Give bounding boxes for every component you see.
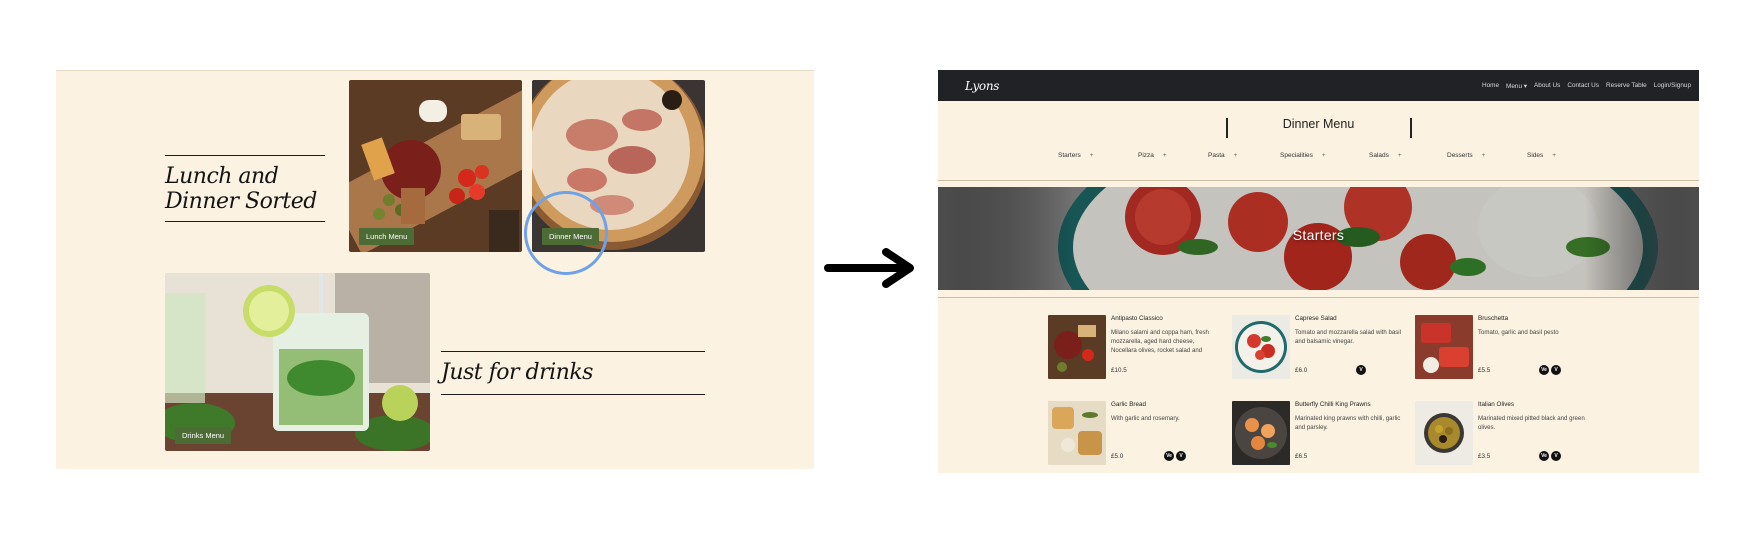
- lunch-dinner-heading: Lunch and Dinner Sorted: [165, 155, 325, 222]
- dish-image: [1232, 315, 1290, 379]
- brand-logo[interactable]: Lyons: [965, 79, 999, 93]
- vegetarian-badge: V: [1551, 451, 1561, 461]
- dish-name: Italian Olives: [1478, 401, 1515, 408]
- menu-item-bruschetta[interactable]: Bruschetta Tomato, garlic and basil pest…: [1415, 315, 1590, 381]
- dish-name: Garlic Bread: [1111, 401, 1146, 408]
- plus-icon: +: [1552, 152, 1557, 159]
- dish-price: £10.5: [1111, 367, 1127, 374]
- banner-title: Starters: [1292, 227, 1345, 243]
- plus-icon: +: [1481, 152, 1486, 159]
- nav-links: Home Menu ▾ About Us Contact Us Reserve …: [1482, 82, 1691, 90]
- heading-bottom-rule: [165, 221, 325, 222]
- vegetarian-badge: V: [1356, 365, 1366, 375]
- section-divider: [938, 297, 1699, 298]
- title-right-bar: [1410, 118, 1412, 138]
- plus-icon: +: [1397, 152, 1402, 159]
- lunch-dinner-title: Lunch and Dinner Sorted: [165, 164, 317, 214]
- vegan-badge: Ve: [1164, 451, 1174, 461]
- nav-about[interactable]: About Us: [1534, 82, 1560, 90]
- plus-icon: +: [1162, 152, 1167, 159]
- dish-name: Bruschetta: [1478, 315, 1509, 322]
- dish-price: £3.5: [1478, 453, 1491, 460]
- dish-name: Antipasto Classico: [1111, 315, 1163, 322]
- plus-icon: +: [1089, 152, 1094, 159]
- dish-description: Marinated king prawns with chilli, garli…: [1295, 415, 1401, 431]
- plus-icon: +: [1321, 152, 1326, 159]
- dish-price: £5.5: [1478, 367, 1491, 374]
- right-arrow-icon: [824, 248, 914, 288]
- tab-specialities[interactable]: Specialities +: [1280, 152, 1326, 159]
- dish-description: Tomato and mozzarella salad with basil a…: [1295, 329, 1402, 345]
- dinner-photo[interactable]: Dinner Menu: [532, 80, 705, 252]
- tutorial-stage: Lunch and Dinner Sorted Lunch Menu Dinne…: [0, 0, 1748, 539]
- dietary-badges: Ve V: [1164, 451, 1186, 461]
- tab-desserts[interactable]: Desserts +: [1447, 152, 1485, 159]
- vegan-badge: Ve: [1539, 365, 1549, 375]
- lunch-menu-button[interactable]: Lunch Menu: [359, 228, 415, 245]
- tab-pasta[interactable]: Pasta +: [1208, 152, 1237, 159]
- dietary-badges: Ve V: [1539, 365, 1561, 375]
- dish-image: [1048, 401, 1106, 465]
- vegetarian-badge: V: [1176, 451, 1186, 461]
- pizza-image: [532, 80, 705, 252]
- dinner-menu-panel: Lyons Home Menu ▾ About Us Contact Us Re…: [938, 70, 1699, 473]
- nav-reserve-table[interactable]: Reserve Table: [1606, 82, 1647, 90]
- dish-image: [1415, 315, 1473, 379]
- menu-header: Dinner Menu Starters + Pizza + Pasta + Spec…: [938, 101, 1699, 181]
- vegetarian-badge: V: [1551, 365, 1561, 375]
- plus-icon: +: [1233, 152, 1238, 159]
- menu-title: Dinner Menu: [1282, 117, 1355, 131]
- menu-item-caprese[interactable]: Caprese Salad Tomato and mozzarella sala…: [1232, 315, 1407, 381]
- mojito-image: [165, 273, 430, 451]
- tab-pizza[interactable]: Pizza +: [1138, 152, 1167, 159]
- drinks-title: Just for drinks: [441, 360, 593, 385]
- nav-menu-dropdown[interactable]: Menu ▾: [1506, 82, 1527, 90]
- vegan-badge: Ve: [1539, 451, 1549, 461]
- dish-description: Marinated mixed pitted black and green o…: [1478, 415, 1585, 431]
- navbar: Lyons Home Menu ▾ About Us Contact Us Re…: [938, 70, 1699, 101]
- dish-description: With garlic and rosemary.: [1111, 415, 1180, 422]
- drinks-heading: Just for drinks: [441, 351, 705, 395]
- dish-price: £6.5: [1295, 453, 1308, 460]
- tab-sides[interactable]: Sides +: [1527, 152, 1556, 159]
- dish-price: £6.0: [1295, 367, 1308, 374]
- dish-name: Butterfly Chilli King Prawns: [1295, 401, 1371, 408]
- nav-contact[interactable]: Contact Us: [1567, 82, 1599, 90]
- menu-item-antipasto[interactable]: Antipasto Classico Milano salami and cop…: [1048, 315, 1223, 381]
- landing-page-panel: Lunch and Dinner Sorted Lunch Menu Dinne…: [56, 70, 814, 469]
- charcuterie-board-image: [349, 80, 522, 252]
- nav-login-signup[interactable]: Login/Signup: [1654, 82, 1691, 90]
- menu-item-garlic-bread[interactable]: Garlic Bread With garlic and rosemary. £…: [1048, 401, 1223, 467]
- drinks-menu-button[interactable]: Drinks Menu: [175, 427, 232, 444]
- drinks-photo[interactable]: Drinks Menu: [165, 273, 430, 451]
- dish-image: [1048, 315, 1106, 379]
- dish-price: £5.0: [1111, 453, 1124, 460]
- dietary-badges: V: [1356, 365, 1366, 375]
- menu-item-prawns[interactable]: Butterfly Chilli King Prawns Marinated k…: [1232, 401, 1407, 467]
- dish-image: [1232, 401, 1290, 465]
- dish-description: Milano salami and coppa ham, fresh mozza…: [1111, 329, 1209, 354]
- tab-starters[interactable]: Starters +: [1058, 152, 1094, 159]
- nav-home[interactable]: Home: [1482, 82, 1499, 90]
- dish-name: Caprese Salad: [1295, 315, 1337, 322]
- starters-banner: Starters: [938, 187, 1699, 290]
- dietary-badges: Ve V: [1539, 451, 1561, 461]
- lunch-photo[interactable]: Lunch Menu: [349, 80, 522, 252]
- tab-salads[interactable]: Salads +: [1369, 152, 1402, 159]
- dish-image: [1415, 401, 1473, 465]
- heading-bottom-rule: [441, 394, 705, 395]
- menu-item-olives[interactable]: Italian Olives Marinated mixed pitted bl…: [1415, 401, 1590, 467]
- dinner-menu-button[interactable]: Dinner Menu: [542, 228, 599, 245]
- dish-description: Tomato, garlic and basil pesto: [1478, 329, 1559, 336]
